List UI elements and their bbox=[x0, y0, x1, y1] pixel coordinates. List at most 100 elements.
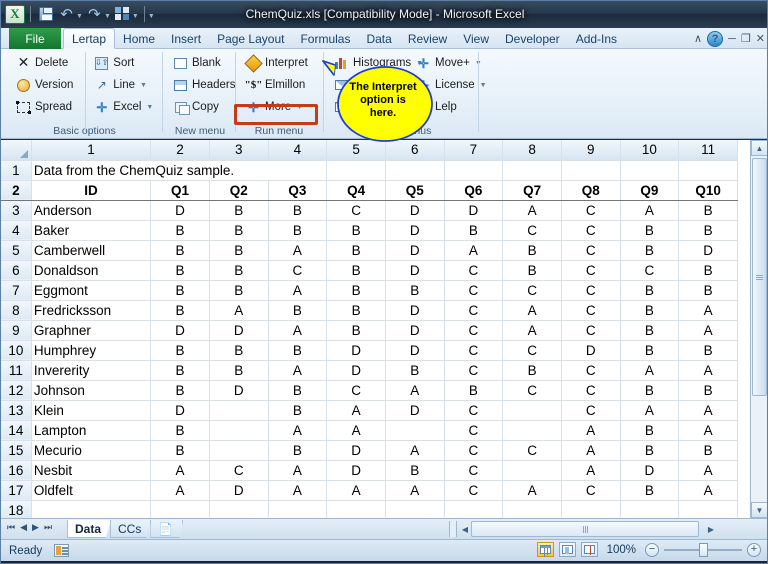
column-header-6[interactable]: 6 bbox=[385, 140, 445, 161]
page-break-preview-button[interactable] bbox=[580, 542, 598, 557]
cell[interactable]: A bbox=[444, 240, 504, 261]
cell[interactable]: B bbox=[268, 220, 328, 241]
horizontal-scrollbar[interactable]: ◀ ▶ bbox=[447, 521, 747, 537]
cell[interactable]: D bbox=[561, 340, 621, 361]
cell[interactable]: B bbox=[620, 340, 680, 361]
ribbon-button-delete[interactable]: ✕ Delete bbox=[13, 53, 85, 73]
cell[interactable] bbox=[209, 420, 269, 441]
cell[interactable]: A bbox=[268, 240, 328, 261]
cell[interactable]: B bbox=[678, 340, 738, 361]
cell[interactable]: B bbox=[326, 240, 386, 261]
cell[interactable]: Invererity bbox=[31, 360, 152, 381]
row-header[interactable]: 14 bbox=[1, 420, 32, 441]
row-header[interactable]: 18 bbox=[1, 500, 32, 518]
cell[interactable]: A bbox=[326, 400, 386, 421]
cell[interactable]: B bbox=[209, 220, 269, 241]
cell[interactable] bbox=[620, 500, 680, 518]
cell[interactable]: Fredricksson bbox=[31, 300, 152, 321]
cell[interactable]: C bbox=[561, 380, 621, 401]
cell[interactable]: D bbox=[385, 240, 445, 261]
cell[interactable] bbox=[385, 420, 445, 441]
cell[interactable]: B bbox=[326, 280, 386, 301]
redo-button[interactable]: ↷ bbox=[85, 5, 104, 24]
ribbon-button-line[interactable]: ↗ Line ▼ bbox=[91, 75, 158, 95]
cell[interactable]: C bbox=[444, 480, 504, 501]
collapse-ribbon-icon[interactable]: ∧ bbox=[694, 32, 702, 45]
customize-qat-icon[interactable]: ▼ bbox=[148, 13, 155, 20]
horizontal-scroll-thumb[interactable] bbox=[471, 521, 699, 537]
cell[interactable]: B bbox=[385, 360, 445, 381]
cell[interactable]: B bbox=[620, 380, 680, 401]
more-dropdown-icon[interactable]: ▼ bbox=[296, 104, 303, 111]
cell[interactable]: ID bbox=[31, 180, 152, 201]
cell[interactable]: D bbox=[385, 300, 445, 321]
cell[interactable] bbox=[268, 500, 328, 518]
cell[interactable]: B bbox=[678, 220, 738, 241]
ribbon-button-spread[interactable]: Spread bbox=[13, 97, 85, 117]
row-header[interactable]: 17 bbox=[1, 480, 32, 501]
column-header-11[interactable]: 11 bbox=[678, 140, 738, 161]
close-icon[interactable]: ✕ bbox=[756, 32, 765, 45]
cell[interactable]: B bbox=[385, 460, 445, 481]
cell[interactable] bbox=[150, 500, 210, 518]
cell[interactable]: A bbox=[385, 480, 445, 501]
cell[interactable]: A bbox=[385, 380, 445, 401]
column-header-4[interactable]: 4 bbox=[268, 140, 328, 161]
cell[interactable]: A bbox=[326, 420, 386, 441]
cell[interactable]: C bbox=[561, 240, 621, 261]
cell[interactable]: Graphner bbox=[31, 320, 152, 341]
cell[interactable]: A bbox=[678, 480, 738, 501]
cell[interactable]: Q1 bbox=[150, 180, 210, 201]
ribbon-button-blank[interactable]: Blank bbox=[170, 53, 232, 73]
cell[interactable]: Q8 bbox=[561, 180, 621, 201]
cell[interactable]: C bbox=[502, 380, 562, 401]
ribbon-button-version[interactable]: Version bbox=[13, 75, 85, 95]
tab-file[interactable]: File bbox=[9, 28, 61, 49]
cell[interactable]: D bbox=[150, 320, 210, 341]
zoom-slider[interactable] bbox=[664, 542, 742, 557]
tab-view[interactable]: View bbox=[455, 28, 497, 49]
cell[interactable]: C bbox=[561, 360, 621, 381]
cell[interactable]: B bbox=[209, 280, 269, 301]
cell[interactable]: C bbox=[444, 400, 504, 421]
ribbon-button-copy[interactable]: Copy bbox=[170, 97, 232, 117]
cell[interactable] bbox=[326, 160, 386, 181]
cell[interactable]: A bbox=[561, 460, 621, 481]
cell[interactable]: C bbox=[561, 400, 621, 421]
cell[interactable]: D bbox=[620, 460, 680, 481]
row-header[interactable]: 5 bbox=[1, 240, 32, 261]
row-header[interactable]: 6 bbox=[1, 260, 32, 281]
cell[interactable]: Camberwell bbox=[31, 240, 152, 261]
cell[interactable]: D bbox=[326, 340, 386, 361]
vertical-scrollbar[interactable]: ▲ ▼ bbox=[750, 140, 767, 518]
cell[interactable]: B bbox=[268, 380, 328, 401]
cell[interactable]: A bbox=[678, 400, 738, 421]
cell[interactable]: C bbox=[502, 440, 562, 461]
cell[interactable]: A bbox=[502, 300, 562, 321]
cell[interactable]: A bbox=[620, 400, 680, 421]
cell[interactable]: B bbox=[502, 360, 562, 381]
save-button[interactable] bbox=[36, 5, 55, 24]
hscroll-split-handle[interactable] bbox=[449, 521, 457, 537]
ribbon-button-more[interactable]: ✛ More ▼ bbox=[243, 97, 317, 117]
cell[interactable]: B bbox=[268, 400, 328, 421]
cell[interactable]: Mecurio bbox=[31, 440, 152, 461]
cell[interactable]: C bbox=[561, 320, 621, 341]
cell[interactable]: A bbox=[678, 360, 738, 381]
cell[interactable]: D bbox=[385, 260, 445, 281]
cell[interactable]: Q7 bbox=[502, 180, 562, 201]
cell[interactable]: B bbox=[209, 200, 269, 221]
cell[interactable]: C bbox=[502, 220, 562, 241]
cell[interactable] bbox=[620, 160, 680, 181]
tab-review[interactable]: Review bbox=[400, 28, 455, 49]
first-sheet-icon[interactable]: ⏮ bbox=[7, 522, 15, 533]
cell[interactable]: B bbox=[502, 240, 562, 261]
prev-sheet-icon[interactable]: ◀ bbox=[20, 522, 27, 533]
zoom-out-button[interactable]: − bbox=[645, 542, 659, 557]
cell[interactable]: C bbox=[444, 340, 504, 361]
excel-dropdown-icon[interactable]: ▼ bbox=[146, 104, 153, 111]
cell[interactable]: Johnson bbox=[31, 380, 152, 401]
row-header[interactable]: 8 bbox=[1, 300, 32, 321]
cell[interactable]: B bbox=[444, 220, 504, 241]
row-header[interactable]: 2 bbox=[1, 180, 32, 201]
